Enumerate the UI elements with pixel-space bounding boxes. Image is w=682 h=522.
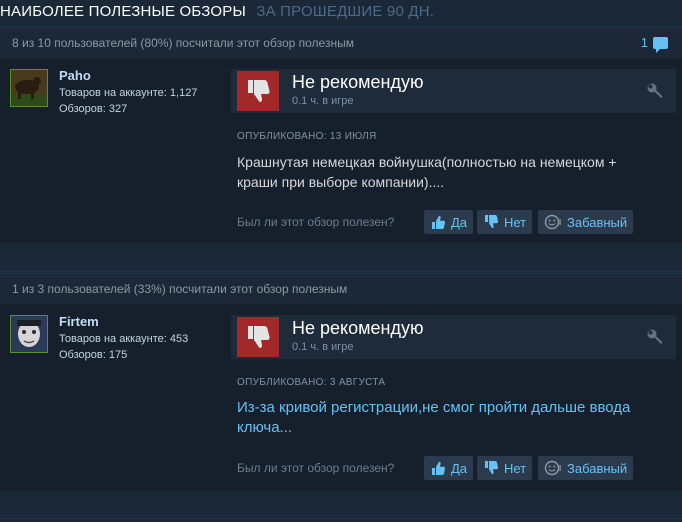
thumbs-down-icon xyxy=(237,71,279,111)
helpful-summary: 8 из 10 пользователей (80%) посчитали эт… xyxy=(12,36,354,50)
vote-no-label: Нет xyxy=(504,214,527,230)
review-body: Не рекомендую 0.1 ч. в игре ОПУБЛИКОВАНО… xyxy=(231,315,676,487)
vote-title: Не рекомендую xyxy=(292,318,424,338)
review-card: 1 из 3 пользователей (33%) посчитали это… xyxy=(0,273,682,491)
vote-no-button[interactable]: Нет xyxy=(477,456,533,480)
section-header: НАИБОЛЕЕ ПОЛЕЗНЫЕ ОБЗОРЫ ЗА ПРОШЕДШИЕ 90… xyxy=(0,0,682,24)
vote-yes-label: Да xyxy=(451,460,468,476)
vote-funny-label: Забавный xyxy=(567,460,628,476)
posted-date: ОПУБЛИКОВАНО: 13 ИЮЛЯ xyxy=(237,131,377,142)
comment-count: 1 xyxy=(640,35,648,50)
thumbs-down-icon xyxy=(237,317,279,357)
vote-title: Не рекомендую xyxy=(292,72,424,92)
vote-funny-button[interactable]: Забавный xyxy=(538,210,634,234)
reviewer-review-count[interactable]: Обзоров: 175 xyxy=(59,347,188,363)
thumbs-down-small-icon xyxy=(485,215,499,229)
reviewer-name[interactable]: Firtem xyxy=(59,314,188,329)
helpful-question: Был ли этот обзор полезен? xyxy=(237,215,395,229)
vote-no-button[interactable]: Нет xyxy=(477,210,533,234)
hours-played: 0.1 ч. в игре xyxy=(292,341,354,353)
comment-icon xyxy=(653,36,668,53)
helpful-summary: 1 из 3 пользователей (33%) посчитали это… xyxy=(12,282,348,296)
vote-funny-button[interactable]: Забавный xyxy=(538,456,634,480)
review-helpful-bar: 8 из 10 пользователей (80%) посчитали эт… xyxy=(0,27,682,58)
vote-yes-button[interactable]: Да xyxy=(424,456,474,480)
smiley-icon xyxy=(544,460,561,476)
divider xyxy=(0,518,682,519)
divider xyxy=(0,271,682,272)
thumbs-up-icon xyxy=(432,461,446,475)
reviewer-info: Рaho Товаров на аккаунте: 1,127 Обзоров:… xyxy=(10,68,197,117)
section-title: НАИБОЛЕЕ ПОЛЕЗНЫЕ ОБЗОРЫ xyxy=(0,3,246,20)
hours-played: 0.1 ч. в игре xyxy=(292,95,354,107)
vote-header[interactable]: Не рекомендую 0.1 ч. в игре xyxy=(231,315,676,359)
helpful-question: Был ли этот обзор полезен? xyxy=(237,461,395,475)
vote-header[interactable]: Не рекомендую 0.1 ч. в игре xyxy=(231,69,676,113)
comments-link[interactable]: 1 xyxy=(640,35,668,53)
vote-yes-label: Да xyxy=(451,214,468,230)
avatar[interactable] xyxy=(10,69,48,107)
thumbs-down-small-icon xyxy=(485,461,499,475)
vote-funny-label: Забавный xyxy=(567,214,628,230)
wrench-icon xyxy=(646,82,664,105)
section-subtitle: ЗА ПРОШЕДШИЕ 90 ДН. xyxy=(256,3,435,20)
reviewer-info: Firtem Товаров на аккаунте: 453 Обзоров:… xyxy=(10,314,188,363)
review-body: Не рекомендую 0.1 ч. в игре ОПУБЛИКОВАНО… xyxy=(231,69,676,239)
review-text: Крашнутая немецкая войнушка(полностью на… xyxy=(237,154,617,190)
wrench-icon xyxy=(646,328,664,351)
reviewer-name[interactable]: Рaho xyxy=(59,68,197,83)
vote-no-label: Нет xyxy=(504,460,527,476)
posted-date: ОПУБЛИКОВАНО: 3 АВГУСТА xyxy=(237,377,386,388)
review-card: 8 из 10 пользователей (80%) посчитали эт… xyxy=(0,27,682,243)
reviewer-products[interactable]: Товаров на аккаунте: 453 xyxy=(59,331,188,347)
reviewer-products[interactable]: Товаров на аккаунте: 1,127 xyxy=(59,85,197,101)
review-helpful-bar: 1 из 3 пользователей (33%) посчитали это… xyxy=(0,273,682,304)
avatar[interactable] xyxy=(10,315,48,353)
review-text: Из-за кривой регистрации,не смог пройти … xyxy=(237,399,631,436)
vote-yes-button[interactable]: Да xyxy=(424,210,474,234)
reviewer-review-count[interactable]: Обзоров: 327 xyxy=(59,101,197,117)
thumbs-up-icon xyxy=(432,215,446,229)
smiley-icon xyxy=(544,214,561,230)
